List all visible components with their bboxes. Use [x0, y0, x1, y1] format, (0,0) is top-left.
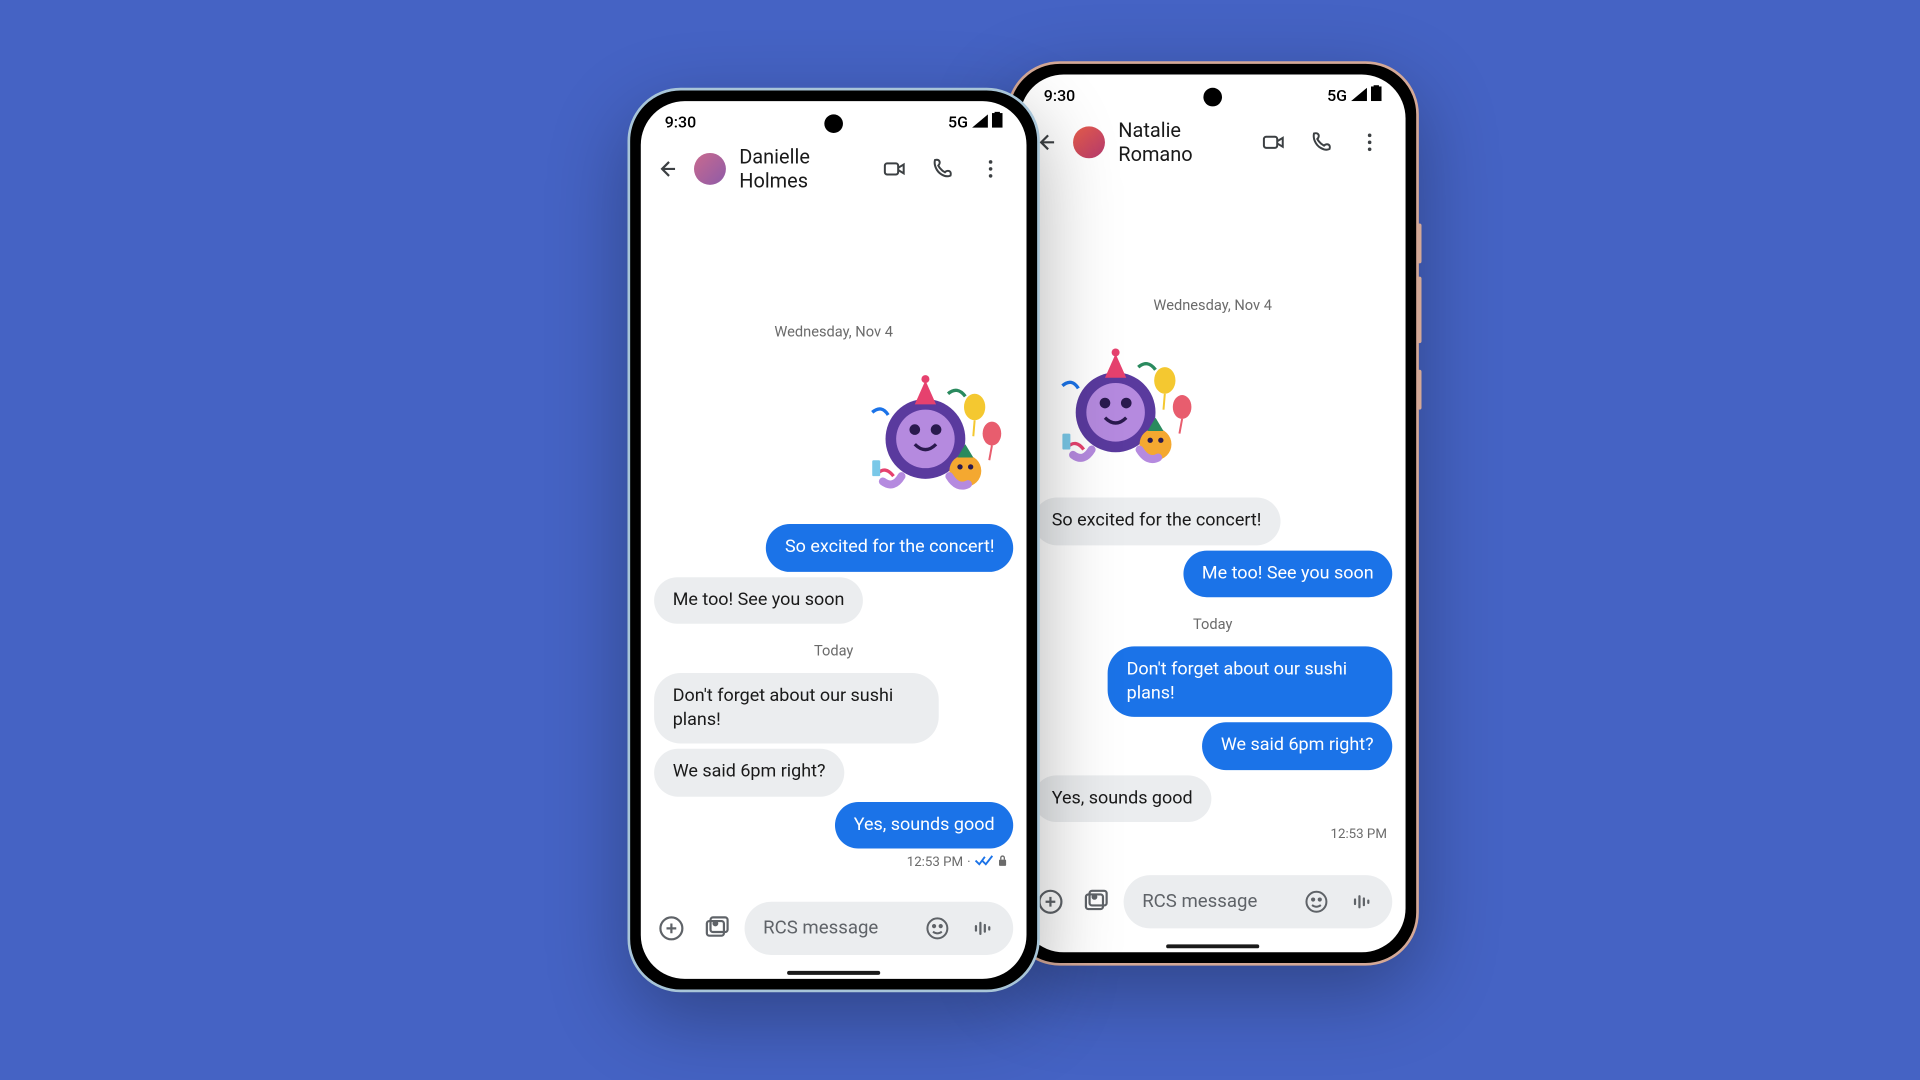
status-time: 9:30: [1044, 86, 1075, 105]
call-button[interactable]: [928, 154, 957, 183]
composer: RCS message: [641, 894, 1027, 966]
message-received[interactable]: Don't forget about our sushi plans!: [654, 673, 938, 744]
message-sent[interactable]: Don't forget about our sushi plans!: [1108, 647, 1392, 718]
date-separator: Today: [651, 643, 1015, 660]
message-received[interactable]: Me too! See you soon: [654, 577, 863, 624]
message-received[interactable]: So excited for the concert!: [1033, 497, 1280, 544]
app-bar: Natalie Romano: [1020, 110, 1406, 174]
party-sticker[interactable]: [848, 356, 1008, 516]
network-label: 5G: [948, 112, 968, 131]
lock-icon: [997, 854, 1008, 871]
message-status: 12:53 PM: [1331, 828, 1387, 843]
read-receipt-icon: [975, 854, 994, 871]
gallery-button[interactable]: [1078, 884, 1113, 919]
message-input[interactable]: RCS message: [1124, 875, 1393, 928]
back-button[interactable]: [651, 154, 680, 183]
gallery-button[interactable]: [699, 911, 734, 946]
emoji-button[interactable]: [920, 911, 955, 946]
voice-button[interactable]: [965, 911, 1000, 946]
message-sent[interactable]: Yes, sounds good: [835, 802, 1013, 849]
date-separator: Today: [1030, 616, 1394, 633]
voice-button[interactable]: [1344, 884, 1379, 919]
contact-avatar[interactable]: [1073, 126, 1105, 158]
app-bar: Danielle Holmes: [641, 137, 1027, 201]
network-label: 5G: [1327, 86, 1347, 105]
contact-name[interactable]: Natalie Romano: [1118, 118, 1246, 166]
composer: RCS message: [1020, 867, 1406, 939]
signal-icon: [972, 112, 988, 131]
call-button[interactable]: [1307, 128, 1336, 157]
message-sent[interactable]: We said 6pm right?: [1202, 722, 1392, 769]
party-sticker[interactable]: [1038, 330, 1198, 490]
nav-handle[interactable]: [641, 966, 1027, 979]
camera-notch: [824, 114, 843, 133]
add-button[interactable]: [654, 911, 689, 946]
message-status: 12:53 PM ·: [907, 854, 1008, 871]
input-placeholder: RCS message: [1142, 891, 1288, 912]
message-received[interactable]: Yes, sounds good: [1033, 775, 1211, 822]
more-button[interactable]: [1355, 128, 1384, 157]
video-call-button[interactable]: [880, 154, 909, 183]
contact-avatar[interactable]: [694, 153, 726, 185]
signal-icon: [1351, 86, 1367, 105]
video-call-button[interactable]: [1259, 128, 1288, 157]
messages-list[interactable]: Wednesday, Nov 4: [641, 201, 1027, 894]
input-placeholder: RCS message: [763, 918, 909, 939]
battery-icon: [1371, 85, 1382, 105]
message-sent[interactable]: Me too! See you soon: [1183, 550, 1392, 597]
camera-notch: [1203, 88, 1222, 107]
messages-list[interactable]: Wednesday, Nov 4: [1020, 174, 1406, 867]
date-separator: Wednesday, Nov 4: [651, 323, 1015, 340]
battery-icon: [992, 112, 1003, 132]
more-button[interactable]: [976, 154, 1005, 183]
message-input[interactable]: RCS message: [745, 902, 1014, 955]
date-separator: Wednesday, Nov 4: [1030, 297, 1394, 314]
message-received[interactable]: We said 6pm right?: [654, 749, 844, 796]
message-sent[interactable]: So excited for the concert!: [766, 524, 1013, 571]
contact-name[interactable]: Danielle Holmes: [739, 145, 867, 193]
nav-handle[interactable]: [1020, 939, 1406, 952]
status-time: 9:30: [665, 112, 696, 131]
emoji-button[interactable]: [1299, 884, 1334, 919]
phone-front: 9:30 5G Danielle Holmes We: [628, 88, 1040, 992]
phone-back: 9:30 5G Natalie Romano Wed: [1007, 61, 1419, 965]
